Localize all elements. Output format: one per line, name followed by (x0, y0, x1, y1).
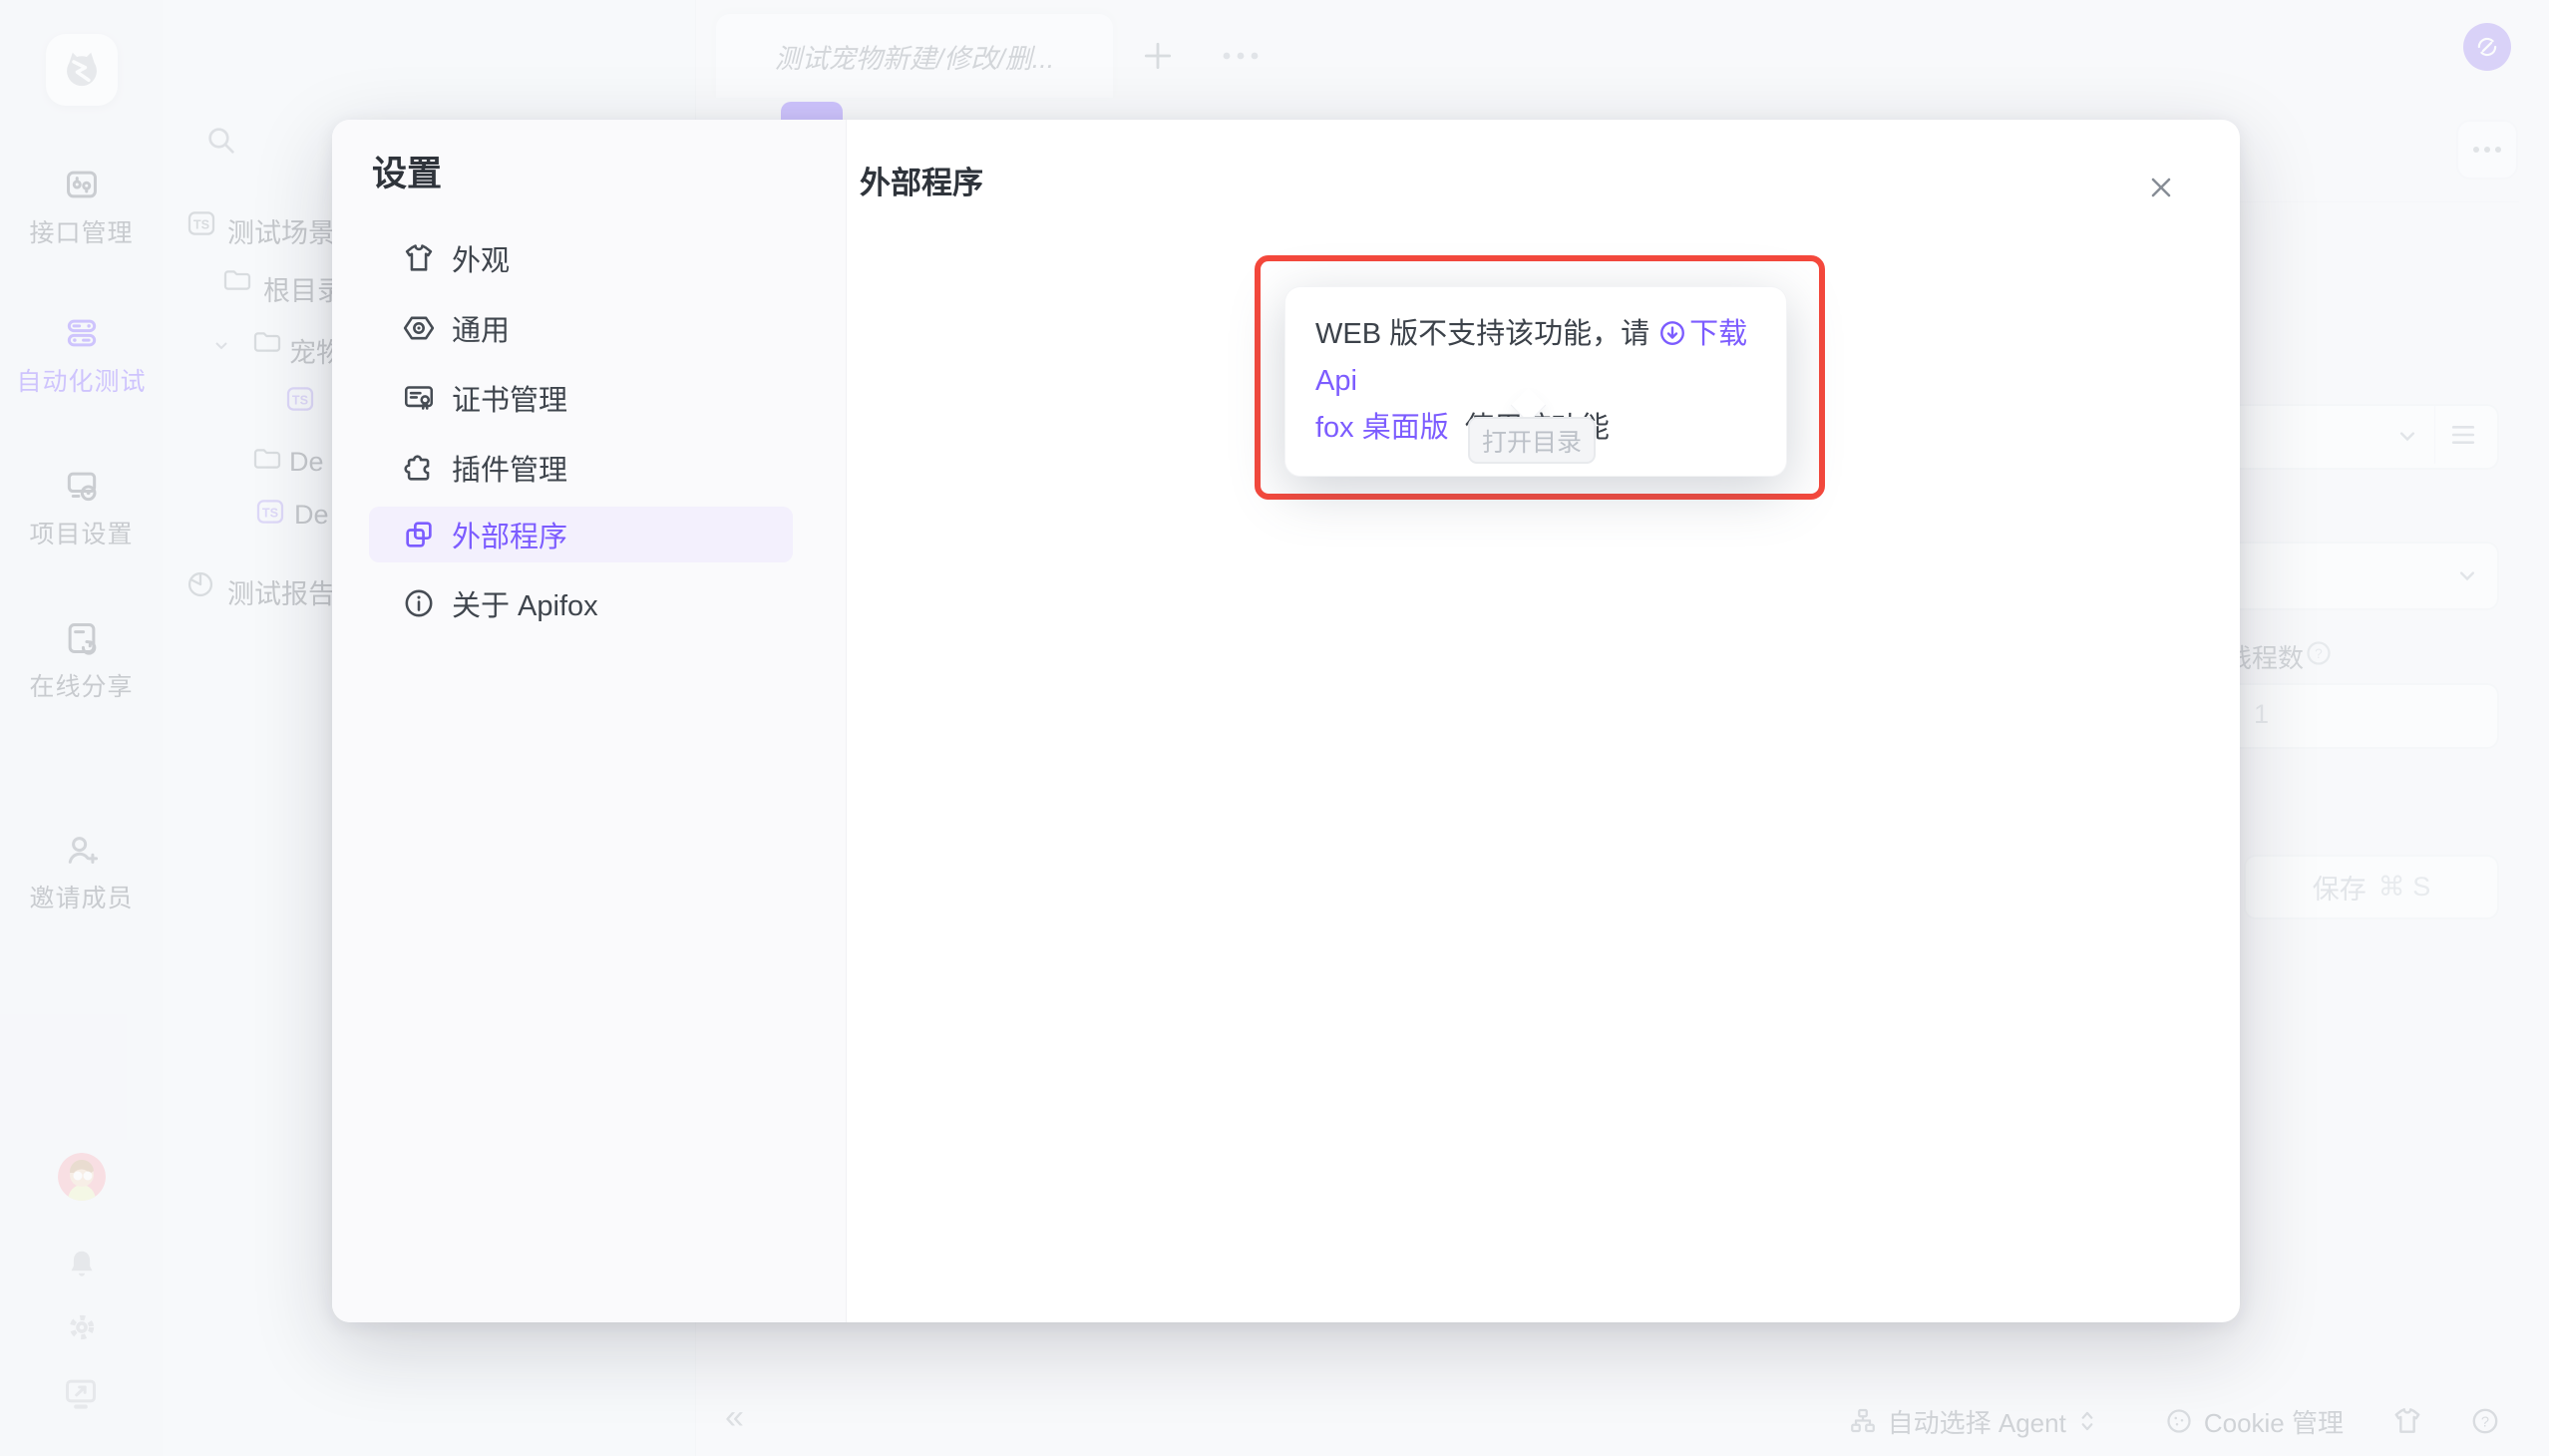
tshirt-icon (402, 241, 436, 275)
settings-item-label: 通用 (452, 307, 510, 349)
puzzle-icon (402, 451, 436, 485)
settings-item-appearance[interactable]: 外观 (369, 230, 793, 286)
download-link-part2[interactable]: fox 桌面版 (1315, 412, 1449, 444)
settings-item-label: 外观 (452, 237, 510, 279)
download-circle-icon (1657, 318, 1687, 348)
hex-nut-icon (402, 311, 436, 345)
content-title: 外部程序 (860, 158, 983, 202)
settings-item-label: 关于 Apifox (452, 582, 598, 624)
settings-item-label: 外部程序 (452, 514, 567, 555)
info-circle-icon (402, 586, 436, 620)
settings-item-label: 证书管理 (452, 377, 567, 419)
settings-item-plugins[interactable]: 插件管理 (369, 440, 793, 496)
open-directory-button[interactable]: 打开目录 (1468, 417, 1596, 464)
tooltip-text-prefix: WEB 版不支持该功能，请 (1315, 318, 1649, 350)
settings-item-general[interactable]: 通用 (369, 300, 793, 356)
settings-modal: 设置 外观 通用 证书管理 插件管理 (332, 120, 2240, 1322)
overlap-squares-icon (402, 518, 436, 551)
open-directory-label: 打开目录 (1482, 423, 1582, 459)
settings-item-certificates[interactable]: 证书管理 (369, 370, 793, 426)
settings-item-about[interactable]: 关于 Apifox (369, 575, 793, 631)
close-icon (2145, 172, 2177, 203)
certificate-icon (402, 381, 436, 415)
close-button[interactable] (2139, 166, 2183, 209)
settings-item-external-programs[interactable]: 外部程序 (369, 507, 793, 562)
settings-item-label: 插件管理 (452, 447, 567, 489)
settings-sidebar: 设置 外观 通用 证书管理 插件管理 (332, 120, 847, 1322)
settings-title: 设置 (372, 146, 442, 196)
